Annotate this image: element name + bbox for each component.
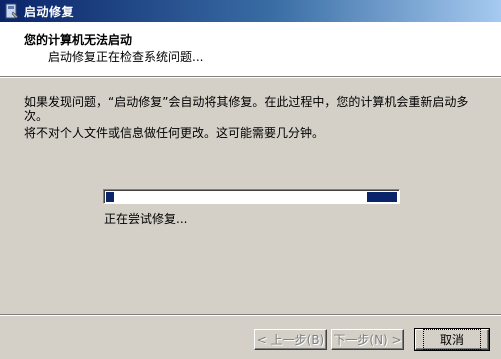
window-title: 启动修复 — [24, 4, 75, 19]
progress-block-end — [367, 192, 397, 202]
page-heading: 您的计算机无法启动 — [24, 33, 133, 47]
startup-repair-icon — [4, 3, 20, 19]
notice-text: 将不对个人文件或信息做任何更改。这可能需要几分钟。 — [24, 126, 325, 140]
progress-block-start — [106, 192, 114, 202]
description-text: 如果发现问题，“启动修复”会自动将其修复。在此过程中，您的计算机会重新启动多次。 — [24, 95, 469, 123]
page-subheading: 启动修复正在检查系统问题... — [48, 50, 204, 64]
header-divider — [0, 77, 501, 78]
progress-status: 正在尝试修复... — [104, 212, 188, 226]
footer-divider-highlight — [0, 315, 501, 316]
cancel-button[interactable]: 取消 — [414, 328, 490, 351]
back-button[interactable]: < 上一步(B) — [254, 329, 327, 350]
next-button[interactable]: 下一步(N) > — [331, 329, 404, 350]
header-panel: 您的计算机无法启动 启动修复正在检查系统问题... — [0, 22, 501, 77]
progress-bar — [103, 189, 400, 204]
title-bar[interactable]: 启动修复 — [0, 0, 501, 22]
cancel-button-label: 取消 — [422, 329, 481, 350]
startup-repair-window: 启动修复 您的计算机无法启动 启动修复正在检查系统问题... 如果发现问题，“启… — [0, 0, 501, 359]
